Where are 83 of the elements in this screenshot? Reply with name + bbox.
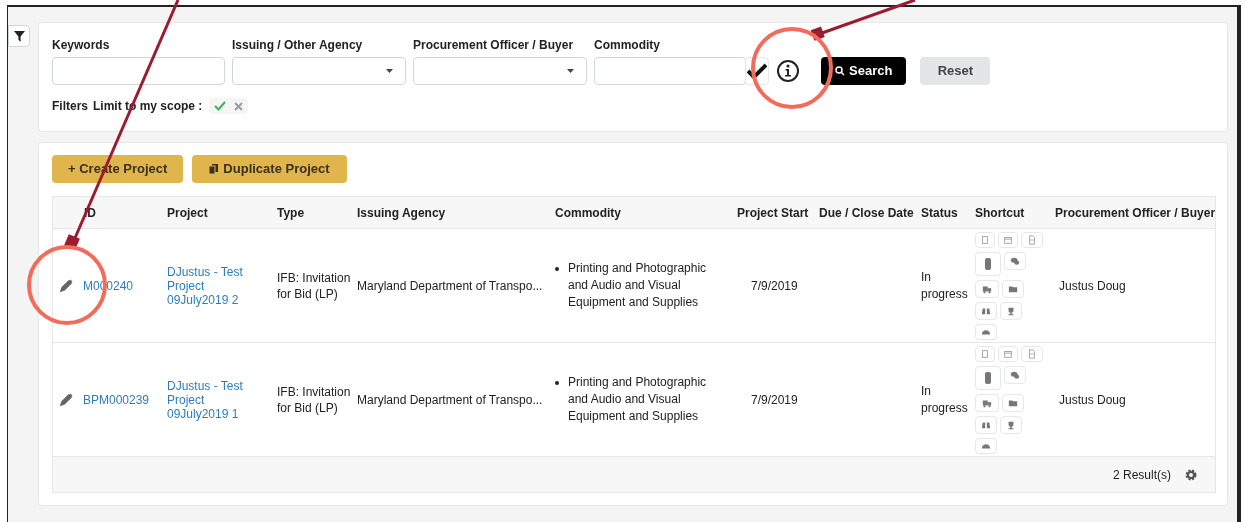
column-header: Commodity bbox=[554, 204, 622, 222]
shortcut-button[interactable] bbox=[1021, 231, 1043, 248]
shortcut-button[interactable] bbox=[975, 415, 997, 434]
field-label: Procurement Officer / Buyer bbox=[413, 37, 575, 54]
shortcut-button[interactable] bbox=[1002, 393, 1024, 412]
shortcut-button[interactable] bbox=[975, 393, 999, 412]
document-icon bbox=[1027, 234, 1037, 245]
caret-icon bbox=[386, 69, 393, 73]
info-icon[interactable] bbox=[776, 59, 800, 83]
shortcut-button[interactable] bbox=[1004, 365, 1026, 384]
pencil-icon[interactable] bbox=[60, 279, 73, 292]
shortcut-button[interactable] bbox=[975, 279, 999, 298]
trophy-icon bbox=[1006, 305, 1016, 316]
shortcut-button[interactable] bbox=[1002, 279, 1024, 298]
field-label: Issuing / Other Agency bbox=[232, 37, 364, 54]
table-cell-text: Printing and Photographic and Audio and Visual Equipment and Supplies bbox=[568, 260, 708, 311]
document-icon bbox=[1027, 348, 1037, 359]
clipboard-icon bbox=[980, 348, 990, 359]
column-header: Project bbox=[166, 204, 209, 222]
shortcut-button[interactable] bbox=[975, 301, 997, 320]
shortcut-button[interactable] bbox=[975, 251, 1001, 276]
field-label: Keywords bbox=[52, 37, 111, 54]
project-link[interactable]: DJustus - Test Project 09July2019 2 bbox=[163, 264, 273, 307]
select-field[interactable] bbox=[232, 57, 406, 85]
filter-toggle-button[interactable] bbox=[8, 25, 30, 47]
column-header: Project Start bbox=[736, 204, 810, 222]
filters-label: Filters bbox=[52, 98, 88, 115]
shortcut-button[interactable] bbox=[975, 437, 997, 454]
column-header: Shortcut bbox=[974, 204, 1026, 222]
table-cell-text: Printing and Photographic and Audio and Visual Equipment and Supplies bbox=[568, 374, 708, 425]
calendar-icon bbox=[1003, 348, 1013, 359]
table-cell-text: IFB: Invitation for Bid (LP) bbox=[276, 269, 352, 302]
settings-icon[interactable] bbox=[1185, 468, 1197, 481]
result-count: 2 Result(s) bbox=[1113, 466, 1171, 484]
shortcut-button[interactable] bbox=[1004, 251, 1026, 270]
bullet-icon bbox=[555, 266, 559, 271]
checkmark-icon bbox=[214, 101, 227, 111]
copy-icon bbox=[209, 164, 219, 174]
phone-icon bbox=[982, 370, 994, 385]
table-cell-text: Maryland Department of Transpo... bbox=[356, 391, 544, 409]
shortcut-button[interactable] bbox=[1000, 415, 1022, 434]
column-header: Type bbox=[276, 204, 306, 222]
table-cell-text: In progress bbox=[920, 268, 969, 303]
shortcut-button[interactable] bbox=[975, 323, 997, 340]
bullet-icon bbox=[555, 380, 559, 385]
table-cell-text: 7/9/2019 bbox=[750, 391, 799, 409]
shortcut-button[interactable] bbox=[1000, 301, 1022, 320]
table-cell-text: 7/9/2019 bbox=[750, 277, 799, 295]
pencil-icon[interactable] bbox=[60, 393, 73, 406]
close-icon bbox=[234, 101, 244, 111]
chat-icon bbox=[1010, 255, 1020, 266]
chat-icon bbox=[1010, 369, 1020, 380]
checkmark-icon bbox=[747, 63, 767, 79]
column-header: Status bbox=[920, 204, 959, 222]
search-icon bbox=[835, 66, 845, 76]
trophy-icon bbox=[1006, 419, 1016, 430]
field-label: Commodity bbox=[594, 37, 661, 54]
table-cell-text: In progress bbox=[920, 382, 969, 417]
calendar-icon bbox=[1003, 234, 1013, 245]
option-checkbox[interactable] bbox=[745, 57, 769, 85]
phone-icon bbox=[982, 256, 994, 271]
select-field[interactable] bbox=[413, 57, 587, 85]
column-header: Issuing Agency bbox=[356, 204, 447, 222]
column-header: Procurement Officer / Buyer bbox=[1054, 204, 1217, 222]
column-header: Due / Close Date bbox=[818, 204, 915, 222]
scope-toggle[interactable] bbox=[209, 98, 249, 114]
project-id-link[interactable]: BPM000239 bbox=[83, 390, 150, 409]
project-link[interactable]: DJustus - Test Project 09July2019 1 bbox=[163, 378, 273, 421]
table-cell-text: Justus Doug bbox=[1058, 277, 1127, 295]
shortcut-button[interactable] bbox=[975, 365, 1001, 390]
text-field[interactable] bbox=[52, 57, 225, 85]
table-cell-text: Justus Doug bbox=[1058, 391, 1127, 409]
reset-button[interactable]: Reset bbox=[920, 57, 991, 85]
duplicate-project-button[interactable]: Duplicate Project bbox=[192, 155, 347, 183]
search-button[interactable]: Search bbox=[821, 57, 907, 85]
table-cell-text: IFB: Invitation for Bid (LP) bbox=[276, 383, 352, 416]
shortcut-button[interactable] bbox=[1021, 345, 1043, 362]
caret-icon bbox=[567, 69, 574, 73]
filter-icon bbox=[13, 30, 25, 42]
table-cell-text: Maryland Department of Transpo... bbox=[356, 277, 544, 295]
shortcut-button[interactable] bbox=[975, 345, 995, 362]
clipboard-icon bbox=[980, 234, 990, 245]
shortcut-button[interactable] bbox=[975, 231, 995, 248]
